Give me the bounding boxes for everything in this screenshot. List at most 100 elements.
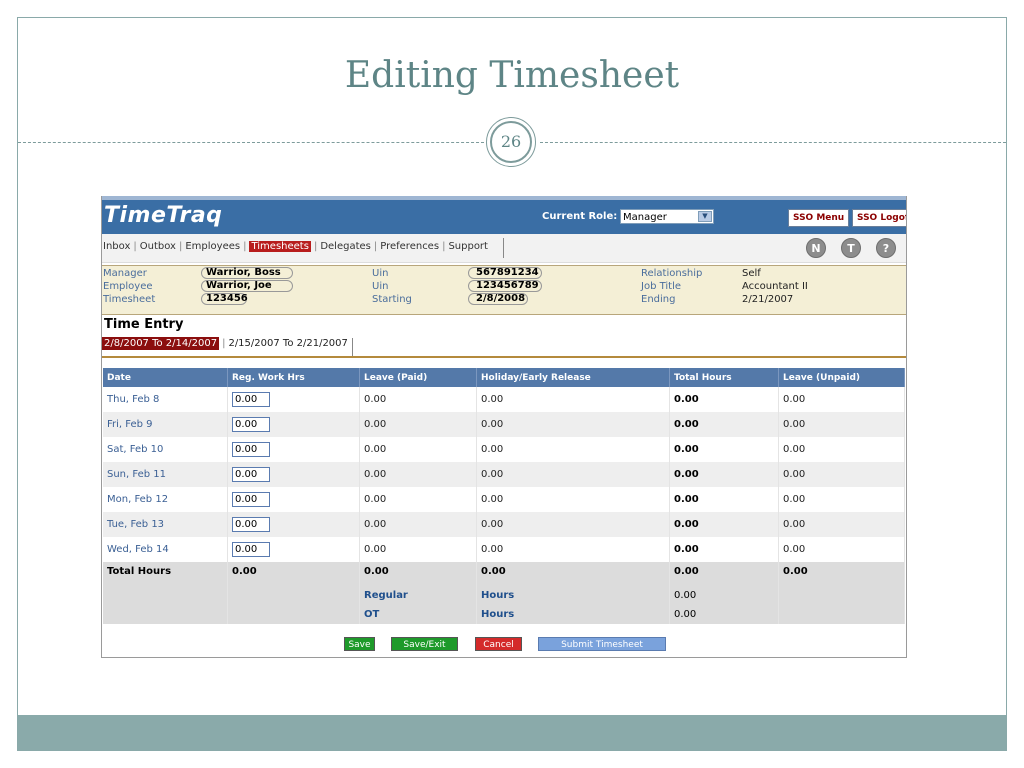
manager-value: Warrior, Boss (206, 267, 281, 278)
row-leave-unpaid: 0.00 (778, 412, 905, 437)
period-tabs: 2/8/2007 To 2/14/2007 | 2/15/2007 To 2/21/… (102, 337, 353, 356)
slide-rule-left (18, 142, 484, 143)
sso-logoff-button[interactable]: SSO Logoff (852, 209, 906, 227)
regular-value: 0.00 (669, 586, 779, 605)
nav-support[interactable]: Support (448, 241, 488, 252)
regular-hours-row: Regular Hours 0.00 (103, 586, 905, 605)
section-divider (102, 356, 906, 358)
row-date: Thu, Feb 8 (103, 387, 228, 412)
current-role-value: Manager (623, 212, 667, 223)
uin1-label: Uin (372, 268, 389, 279)
nav-end-divider (503, 238, 504, 258)
totals-total: 0.00 (669, 562, 779, 586)
nav-inbox[interactable]: Inbox (103, 241, 130, 252)
cancel-button[interactable]: Cancel (475, 637, 522, 651)
row-holiday: 0.00 (476, 462, 670, 487)
save-button[interactable]: Save (344, 637, 375, 651)
row-total: 0.00 (669, 512, 779, 537)
submit-timesheet-button[interactable]: Submit Timesheet (538, 637, 666, 651)
manager-label: Manager (103, 268, 147, 279)
ending-label: Ending (641, 294, 676, 305)
row-leave-unpaid: 0.00 (778, 462, 905, 487)
employee-label: Employee (103, 281, 153, 292)
row-leave-unpaid: 0.00 (778, 387, 905, 412)
reg-hours-input[interactable] (232, 492, 270, 507)
row-date: Mon, Feb 12 (103, 487, 228, 512)
row-holiday: 0.00 (476, 387, 670, 412)
sso-menu-button[interactable]: SSO Menu (788, 209, 850, 227)
n-icon[interactable]: N (806, 238, 826, 258)
col-leave-unpaid: Leave (Unpaid) (778, 368, 905, 387)
save-exit-button[interactable]: Save/Exit (391, 637, 458, 651)
table-row: Mon, Feb 12 0.00 0.00 0.00 0.00 (103, 487, 905, 512)
nav-outbox[interactable]: Outbox (140, 241, 176, 252)
row-total: 0.00 (669, 462, 779, 487)
reg-hours-input[interactable] (232, 442, 270, 457)
totals-leave-paid: 0.00 (359, 562, 477, 586)
reg-hours-input[interactable] (232, 467, 270, 482)
totals-row: Total Hours 0.00 0.00 0.00 0.00 0.00 (103, 562, 905, 586)
app-logo: TimeTraq (104, 203, 223, 228)
regular-unit: Hours (476, 586, 670, 605)
row-holiday: 0.00 (476, 487, 670, 512)
row-date: Sat, Feb 10 (103, 437, 228, 462)
row-date: Sun, Feb 11 (103, 462, 228, 487)
ot-value: 0.00 (669, 605, 779, 624)
row-leave-unpaid: 0.00 (778, 537, 905, 562)
time-entry-title: Time Entry (104, 317, 184, 332)
table-row: Sat, Feb 10 0.00 0.00 0.00 0.00 (103, 437, 905, 462)
period-tab-2[interactable]: 2/15/2007 To 2/21/2007 (228, 338, 347, 349)
row-leave-paid: 0.00 (359, 437, 477, 462)
timesheet-value: 123456 (206, 293, 248, 304)
nav-employees[interactable]: Employees (185, 241, 240, 252)
row-holiday: 0.00 (476, 512, 670, 537)
row-total: 0.00 (669, 412, 779, 437)
ending-value: 2/21/2007 (742, 294, 794, 305)
row-reg-cell (227, 487, 360, 512)
help-icon[interactable]: ? (876, 238, 896, 258)
col-holiday: Holiday/Early Release (476, 368, 670, 387)
current-role-label: Current Role: (542, 211, 618, 222)
row-reg-cell (227, 437, 360, 462)
period-tab-1[interactable]: 2/8/2007 To 2/14/2007 (102, 337, 220, 350)
chevron-down-icon[interactable]: ▼ (698, 211, 712, 222)
current-role-select[interactable]: Manager ▼ (620, 209, 714, 224)
reg-hours-input[interactable] (232, 417, 270, 432)
uin1-value: 567891234 (476, 267, 539, 278)
app-screenshot: TimeTraq Current Role: Manager ▼ SSO Men… (101, 196, 907, 658)
ot-unit: Hours (476, 605, 670, 624)
jobtitle-value: Accountant II (742, 281, 808, 292)
row-leave-unpaid: 0.00 (778, 487, 905, 512)
totals-leave-unpaid: 0.00 (778, 562, 905, 586)
row-leave-paid: 0.00 (359, 387, 477, 412)
starting-value: 2/8/2008 (476, 293, 526, 304)
relationship-label: Relationship (641, 268, 703, 279)
row-total: 0.00 (669, 387, 779, 412)
slide-page-badge: 26 (486, 117, 536, 167)
nav-timesheets[interactable]: Timesheets (249, 241, 311, 252)
relationship-value: Self (742, 268, 761, 279)
row-reg-cell (227, 462, 360, 487)
col-leave-paid: Leave (Paid) (359, 368, 477, 387)
jobtitle-label: Job Title (641, 281, 682, 292)
reg-hours-input[interactable] (232, 542, 270, 557)
col-reg-work-hrs: Reg. Work Hrs (227, 368, 360, 387)
reg-hours-input[interactable] (232, 392, 270, 407)
row-date: Wed, Feb 14 (103, 537, 228, 562)
row-reg-cell (227, 412, 360, 437)
col-date: Date (103, 368, 228, 387)
nav-preferences[interactable]: Preferences (380, 241, 439, 252)
row-reg-cell (227, 512, 360, 537)
totals-reg: 0.00 (227, 562, 360, 586)
uin2-value: 123456789 (476, 280, 539, 291)
table-row: Wed, Feb 14 0.00 0.00 0.00 0.00 (103, 537, 905, 562)
nav-delegates[interactable]: Delegates (320, 241, 371, 252)
ot-hours-row: OT Hours 0.00 (103, 605, 905, 624)
row-leave-paid: 0.00 (359, 412, 477, 437)
slide-page-number: 26 (490, 121, 532, 163)
row-holiday: 0.00 (476, 412, 670, 437)
row-leave-unpaid: 0.00 (778, 437, 905, 462)
reg-hours-input[interactable] (232, 517, 270, 532)
table-row: Sun, Feb 11 0.00 0.00 0.00 0.00 (103, 462, 905, 487)
t-icon[interactable]: T (841, 238, 861, 258)
